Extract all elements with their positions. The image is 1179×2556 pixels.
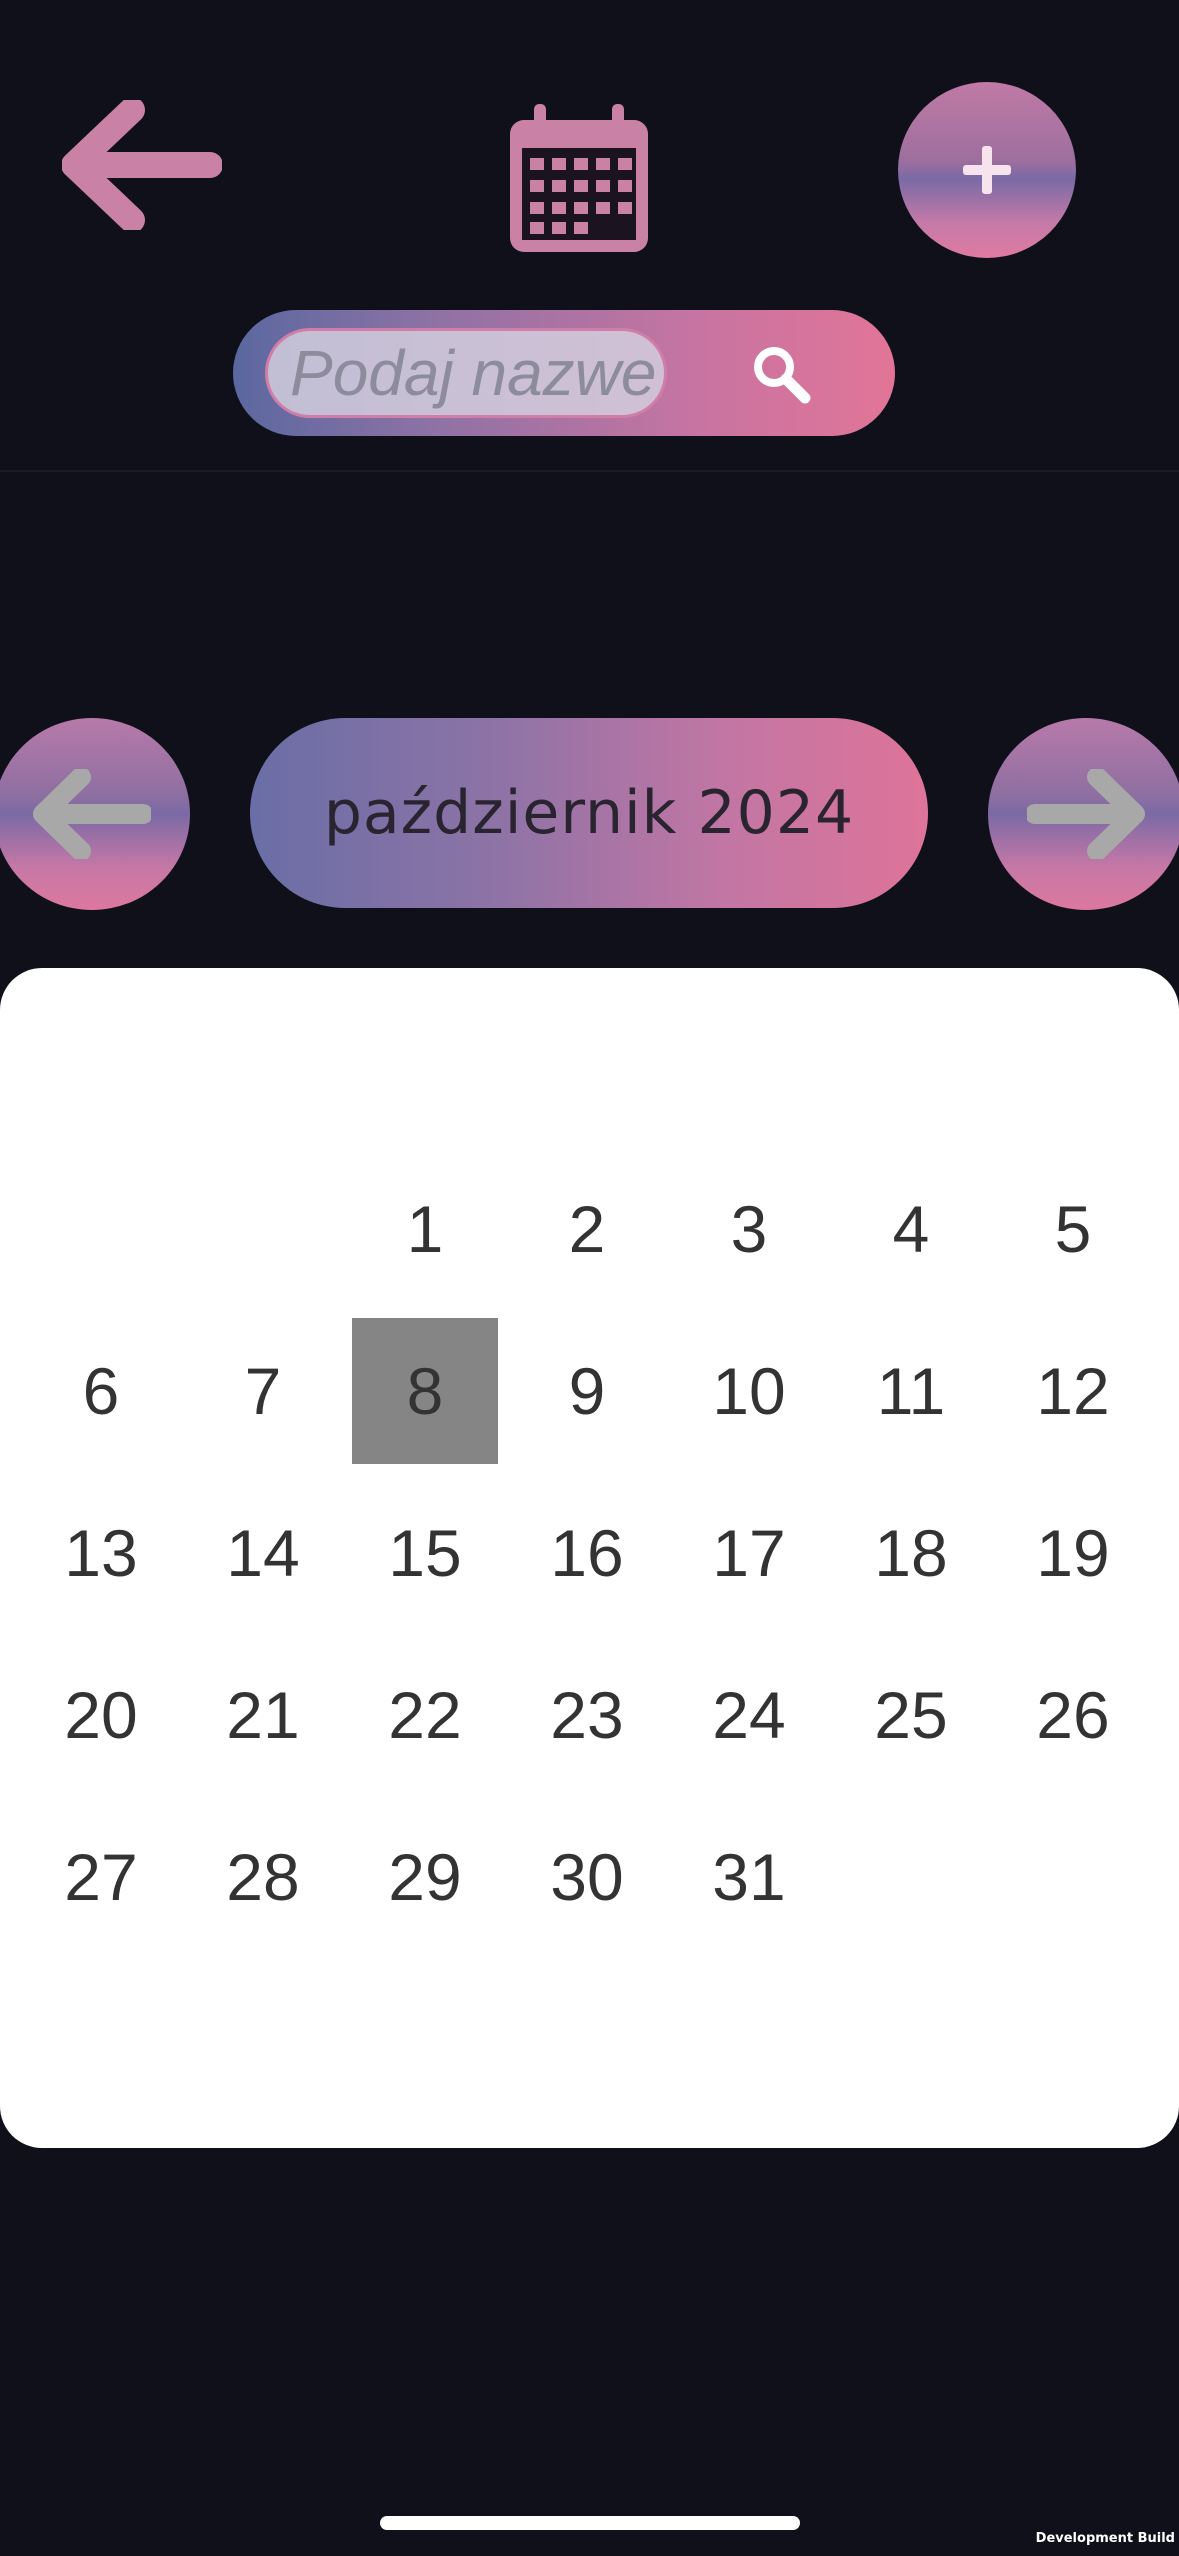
day-number: 11: [876, 1354, 946, 1428]
day-cell[interactable]: 2: [506, 1148, 668, 1310]
day-cell[interactable]: 24: [668, 1634, 830, 1796]
day-number: 18: [874, 1516, 948, 1590]
search-bar: Podaj nazwe: [233, 310, 895, 436]
day-cell[interactable]: 5: [992, 1148, 1154, 1310]
day-number: 30: [550, 1840, 624, 1914]
day-cell[interactable]: 12: [992, 1310, 1154, 1472]
day-cell[interactable]: 17: [668, 1472, 830, 1634]
day-cell[interactable]: 26: [992, 1634, 1154, 1796]
day-number: 12: [1036, 1354, 1110, 1428]
day-cell[interactable]: 20: [20, 1634, 182, 1796]
day-number: 20: [64, 1678, 138, 1752]
day-number: 8: [352, 1318, 498, 1464]
day-cell[interactable]: 22: [344, 1634, 506, 1796]
search-input[interactable]: Podaj nazwe: [265, 328, 667, 418]
day-number: 29: [388, 1840, 462, 1914]
day-cell[interactable]: 21: [182, 1634, 344, 1796]
day-number: 23: [550, 1678, 624, 1752]
day-cell[interactable]: 6: [20, 1310, 182, 1472]
day-number: 10: [712, 1354, 786, 1428]
day-number: 22: [388, 1678, 462, 1752]
day-number: 5: [1054, 1192, 1092, 1266]
day-cell[interactable]: 30: [506, 1796, 668, 1958]
arrow-right-icon: [1027, 769, 1145, 859]
plus-icon: [963, 146, 1011, 194]
day-number: 17: [712, 1516, 786, 1590]
day-cell[interactable]: 7: [182, 1310, 344, 1472]
day-cell-empty: [182, 1148, 344, 1310]
day-number: 2: [568, 1192, 606, 1266]
day-cell[interactable]: 1: [344, 1148, 506, 1310]
day-number: 21: [226, 1678, 300, 1752]
day-cell[interactable]: 14: [182, 1472, 344, 1634]
development-build-label: Development Build: [1035, 2531, 1175, 2546]
home-indicator[interactable]: [380, 2516, 800, 2530]
previous-month-button[interactable]: [0, 718, 190, 910]
day-cell[interactable]: 28: [182, 1796, 344, 1958]
header-divider: [0, 470, 1179, 472]
day-cell[interactable]: 3: [668, 1148, 830, 1310]
day-number: 3: [730, 1192, 768, 1266]
day-number: 14: [226, 1516, 300, 1590]
day-number: 7: [244, 1354, 282, 1428]
month-label: październik 2024: [250, 718, 928, 908]
day-number: 28: [226, 1840, 300, 1914]
day-cell[interactable]: 27: [20, 1796, 182, 1958]
day-number: 1: [406, 1192, 444, 1266]
day-cell[interactable]: 11: [830, 1310, 992, 1472]
day-cell[interactable]: 25: [830, 1634, 992, 1796]
day-number: 13: [64, 1516, 138, 1590]
day-number: 26: [1036, 1678, 1110, 1752]
day-number: 16: [550, 1516, 624, 1590]
day-number: 15: [388, 1516, 462, 1590]
next-month-button[interactable]: [988, 718, 1179, 910]
day-cell[interactable]: 9: [506, 1310, 668, 1472]
arrow-left-icon: [61, 97, 223, 233]
back-button[interactable]: [61, 97, 223, 233]
add-button[interactable]: [898, 82, 1076, 258]
day-number: 31: [712, 1840, 786, 1914]
day-grid: 1 2 3 4 5 6 7 8 9 10 11 12 13 14 15 16 17 18 19 20 21 22 23 24 2…: [20, 1148, 1154, 1958]
day-number: 4: [892, 1192, 930, 1266]
day-number: 25: [874, 1678, 948, 1752]
day-cell[interactable]: 29: [344, 1796, 506, 1958]
day-number: 6: [82, 1354, 120, 1428]
day-number: 24: [712, 1678, 786, 1752]
day-cell[interactable]: 16: [506, 1472, 668, 1634]
arrow-left-icon: [33, 769, 151, 859]
day-cell[interactable]: 31: [668, 1796, 830, 1958]
day-number: 9: [568, 1354, 606, 1428]
day-cell[interactable]: 15: [344, 1472, 506, 1634]
day-cell[interactable]: 18: [830, 1472, 992, 1634]
day-cell[interactable]: 10: [668, 1310, 830, 1472]
day-number: 27: [64, 1840, 138, 1914]
calendar-card: 1 2 3 4 5 6 7 8 9 10 11 12 13 14 15 16 17 18 19 20 21 22 23 24 2…: [0, 968, 1179, 2148]
day-cell[interactable]: 13: [20, 1472, 182, 1634]
search-icon[interactable]: [747, 340, 817, 410]
day-cell-empty: [20, 1148, 182, 1310]
calendar-icon: [504, 102, 654, 258]
day-cell[interactable]: 19: [992, 1472, 1154, 1634]
day-cell[interactable]: 23: [506, 1634, 668, 1796]
day-cell-selected[interactable]: 8: [344, 1310, 506, 1472]
day-number: 19: [1036, 1516, 1110, 1590]
day-cell[interactable]: 4: [830, 1148, 992, 1310]
